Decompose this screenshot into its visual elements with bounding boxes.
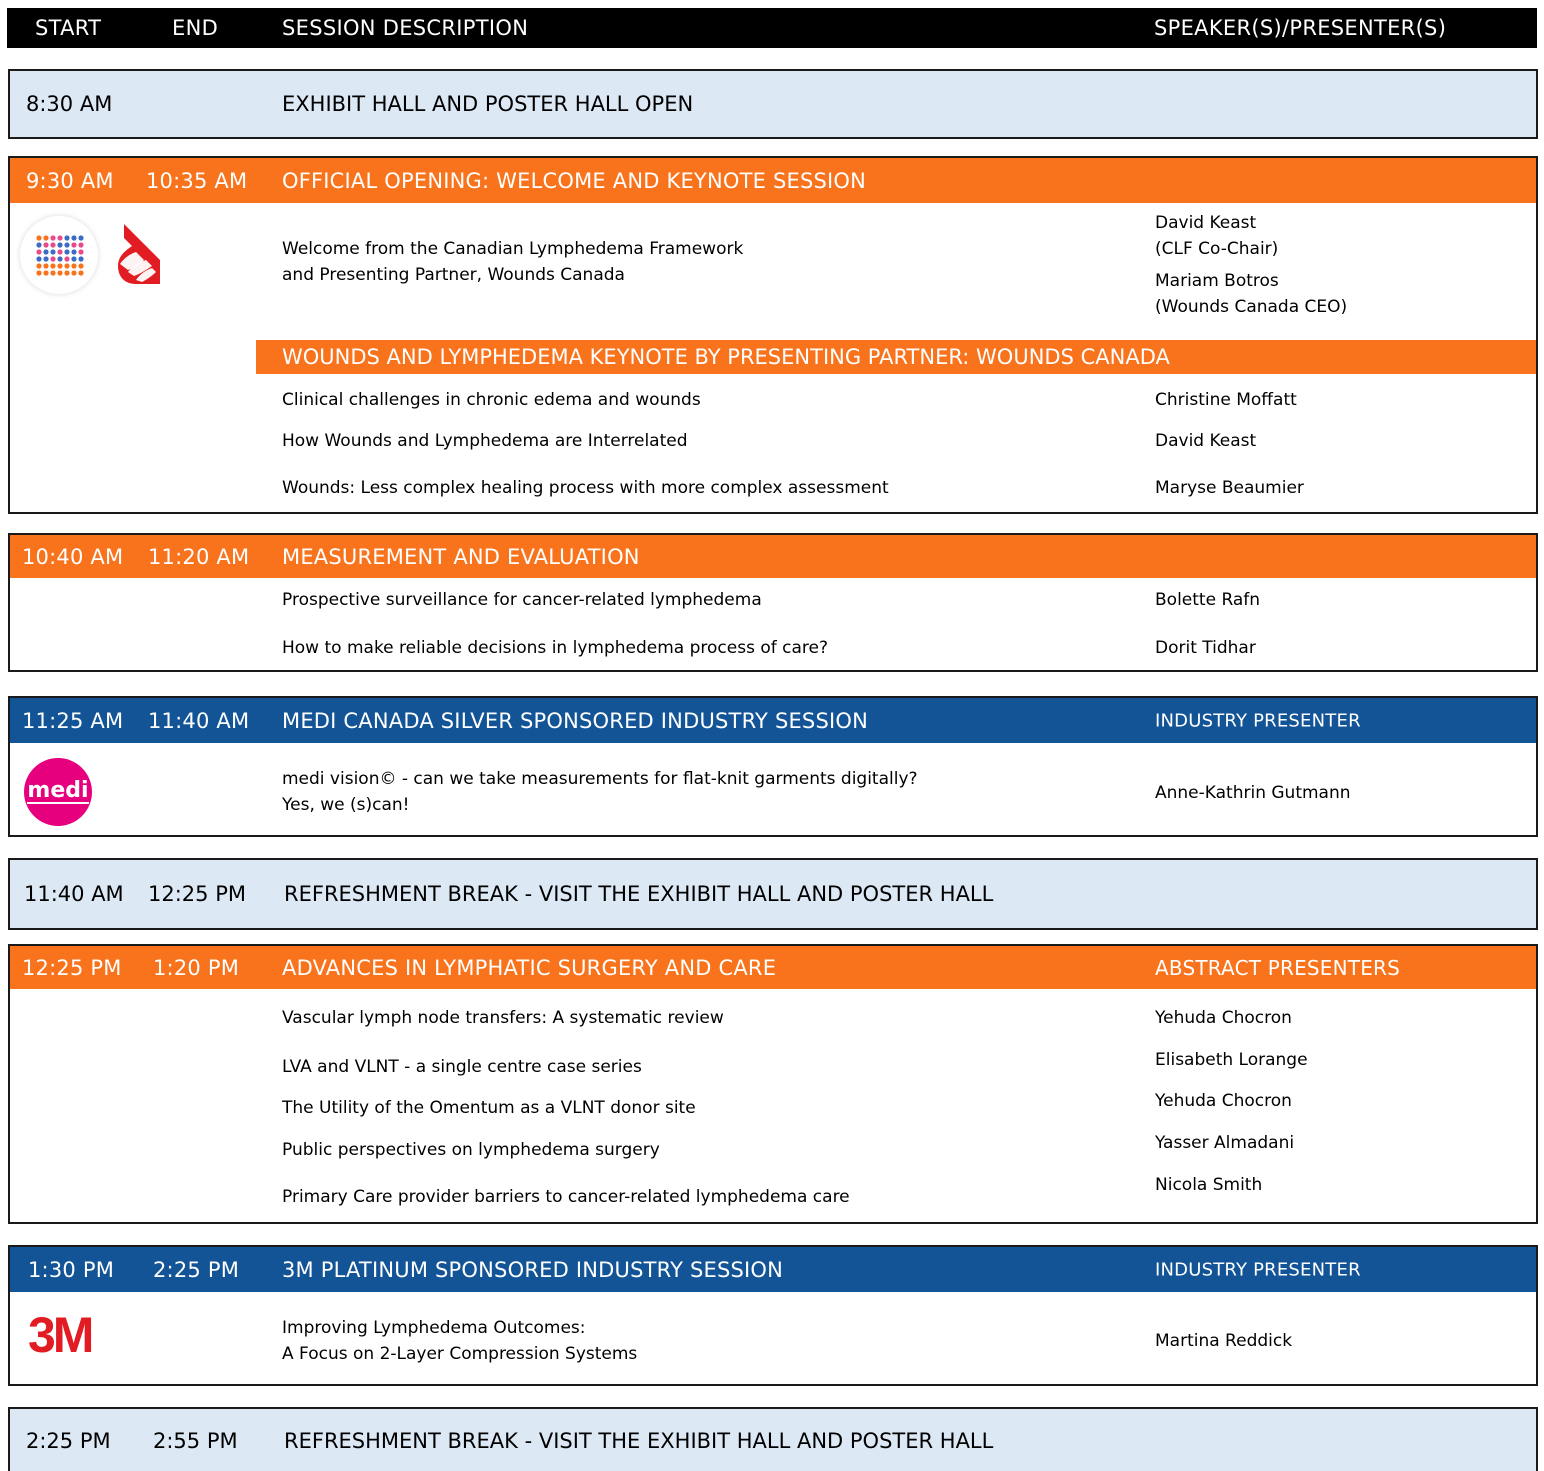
- session-bar: 1:30 PM 2:25 PM 3M PLATINUM SPONSORED IN…: [10, 1247, 1536, 1292]
- talk-title: Primary Care provider barriers to cancer…: [282, 1187, 850, 1207]
- session-title: 3M PLATINUM SPONSORED INDUSTRY SESSION: [282, 1257, 784, 1282]
- keynote-subheader: WOUNDS AND LYMPHEDEMA KEYNOTE BY PRESENT…: [256, 340, 1536, 374]
- session-lymphatic-surgery: 12:25 PM 1:20 PM ADVANCES IN LYMPHATIC S…: [8, 944, 1538, 1224]
- session-end-time: 1:20 PM: [153, 955, 240, 980]
- session-measurement: 10:40 AM 11:20 AM MEASUREMENT AND EVALUA…: [8, 533, 1538, 672]
- session-end-time: 11:40 AM: [148, 708, 250, 733]
- talk-title: Clinical challenges in chronic edema and…: [282, 390, 701, 410]
- welcome-title-line1: Welcome from the Canadian Lymphedema Fra…: [282, 239, 744, 259]
- speaker-name: Mariam Botros: [1155, 271, 1279, 291]
- speakers-column-header: SPEAKER(S)/PRESENTER(S): [1154, 16, 1447, 40]
- session-exhibit-open: 8:30 AM EXHIBIT HALL AND POSTER HALL OPE…: [8, 69, 1538, 139]
- medi-logo-icon: medi: [24, 758, 92, 826]
- session-3m-platinum: 1:30 PM 2:25 PM 3M PLATINUM SPONSORED IN…: [8, 1245, 1538, 1386]
- talk-title: LVA and VLNT - a single centre case seri…: [282, 1057, 642, 1077]
- talk-title: How Wounds and Lymphedema are Interrelat…: [282, 431, 688, 451]
- session-title: EXHIBIT HALL AND POSTER HALL OPEN: [282, 92, 694, 116]
- session-title: MEASUREMENT AND EVALUATION: [282, 544, 640, 569]
- talk-title: Wounds: Less complex healing process wit…: [282, 478, 889, 498]
- talk-speaker: Martina Reddick: [1155, 1331, 1293, 1351]
- session-official-opening: 9:30 AM 10:35 AM OFFICIAL OPENING: WELCO…: [8, 156, 1538, 514]
- session-start-time: 11:25 AM: [22, 708, 124, 733]
- session-bar: 11:25 AM 11:40 AM MEDI CANADA SILVER SPO…: [10, 698, 1536, 743]
- session-refreshment-break-2: 2:25 PM 2:55 PM REFRESHMENT BREAK - VISI…: [8, 1407, 1538, 1471]
- talk-title: The Utility of the Omentum as a VLNT don…: [282, 1098, 696, 1118]
- start-column-header: START: [35, 16, 102, 40]
- session-title: MEDI CANADA SILVER SPONSORED INDUSTRY SE…: [282, 708, 869, 733]
- session-start-time: 9:30 AM: [26, 168, 114, 193]
- welcome-title-line2: and Presenting Partner, Wounds Canada: [282, 265, 625, 285]
- session-title: ADVANCES IN LYMPHATIC SURGERY AND CARE: [282, 955, 777, 980]
- wounds-canada-logo-icon: [114, 220, 164, 290]
- talk-title-line2: Yes, we (s)can!: [282, 795, 410, 815]
- speaker-role: (Wounds Canada CEO): [1155, 297, 1348, 317]
- session-bar: 12:25 PM 1:20 PM ADVANCES IN LYMPHATIC S…: [10, 946, 1536, 989]
- talk-title-line1: Improving Lymphedema Outcomes:: [282, 1318, 586, 1338]
- column-header: START END SESSION DESCRIPTION SPEAKER(S)…: [7, 8, 1537, 48]
- talk-speaker: Yehuda Chocron: [1155, 1008, 1292, 1028]
- talk-title-line1: medi vision© - can we take measurements …: [282, 769, 918, 789]
- session-start-time: 2:25 PM: [26, 1429, 111, 1453]
- talk-title: How to make reliable decisions in lymphe…: [282, 638, 828, 658]
- talk-title: Public perspectives on lymphedema surger…: [282, 1140, 660, 1160]
- session-start-time: 11:40 AM: [24, 882, 124, 906]
- session-bar: 10:40 AM 11:20 AM MEASUREMENT AND EVALUA…: [10, 535, 1536, 578]
- session-end-time: 12:25 PM: [148, 882, 246, 906]
- talk-speaker: Bolette Rafn: [1155, 590, 1261, 610]
- presenter-label: INDUSTRY PRESENTER: [1155, 1259, 1361, 1280]
- 3m-logo-icon: 3M: [28, 1307, 94, 1363]
- keynote-subtitle: WOUNDS AND LYMPHEDEMA KEYNOTE BY PRESENT…: [282, 345, 1170, 369]
- talk-speaker: Christine Moffatt: [1155, 390, 1297, 410]
- presenter-label: INDUSTRY PRESENTER: [1155, 710, 1361, 731]
- talk-speaker: Anne-Kathrin Gutmann: [1155, 783, 1351, 803]
- session-start-time: 12:25 PM: [22, 955, 122, 980]
- session-medi-canada: 11:25 AM 11:40 AM MEDI CANADA SILVER SPO…: [8, 696, 1538, 837]
- talk-title-line2: A Focus on 2-Layer Compression Systems: [282, 1344, 638, 1364]
- session-end-time: 10:35 AM: [146, 168, 248, 193]
- talk-speaker: Elisabeth Lorange: [1155, 1050, 1308, 1070]
- end-column-header: END: [172, 16, 219, 40]
- talk-title: Vascular lymph node transfers: A systema…: [282, 1008, 724, 1028]
- description-column-header: SESSION DESCRIPTION: [282, 16, 529, 40]
- talk-speaker: Dorit Tidhar: [1155, 638, 1256, 658]
- talk-speaker: David Keast: [1155, 431, 1257, 451]
- session-end-time: 2:25 PM: [153, 1257, 240, 1282]
- session-start-time: 10:40 AM: [22, 544, 124, 569]
- clf-logo-icon: [20, 216, 98, 294]
- presenter-label: ABSTRACT PRESENTERS: [1155, 955, 1401, 980]
- session-refreshment-break: 11:40 AM 12:25 PM REFRESHMENT BREAK - VI…: [8, 858, 1538, 930]
- session-title: REFRESHMENT BREAK - VISIT THE EXHIBIT HA…: [284, 1429, 994, 1453]
- talk-speaker: Yasser Almadani: [1155, 1133, 1295, 1153]
- session-end-time: 2:55 PM: [153, 1429, 238, 1453]
- session-end-time: 11:20 AM: [148, 544, 250, 569]
- speaker-role: (CLF Co-Chair): [1155, 239, 1279, 259]
- session-title: OFFICIAL OPENING: WELCOME AND KEYNOTE SE…: [282, 168, 867, 193]
- speaker-name: David Keast: [1155, 213, 1257, 233]
- session-start-time: 1:30 PM: [28, 1257, 115, 1282]
- talk-speaker: Yehuda Chocron: [1155, 1091, 1292, 1111]
- talk-speaker: Maryse Beaumier: [1155, 478, 1304, 498]
- session-title: REFRESHMENT BREAK - VISIT THE EXHIBIT HA…: [284, 882, 994, 906]
- talk-title: Prospective surveillance for cancer-rela…: [282, 590, 762, 610]
- session-bar: 9:30 AM 10:35 AM OFFICIAL OPENING: WELCO…: [10, 158, 1536, 203]
- talk-speaker: Nicola Smith: [1155, 1175, 1263, 1195]
- session-start-time: 8:30 AM: [26, 92, 113, 116]
